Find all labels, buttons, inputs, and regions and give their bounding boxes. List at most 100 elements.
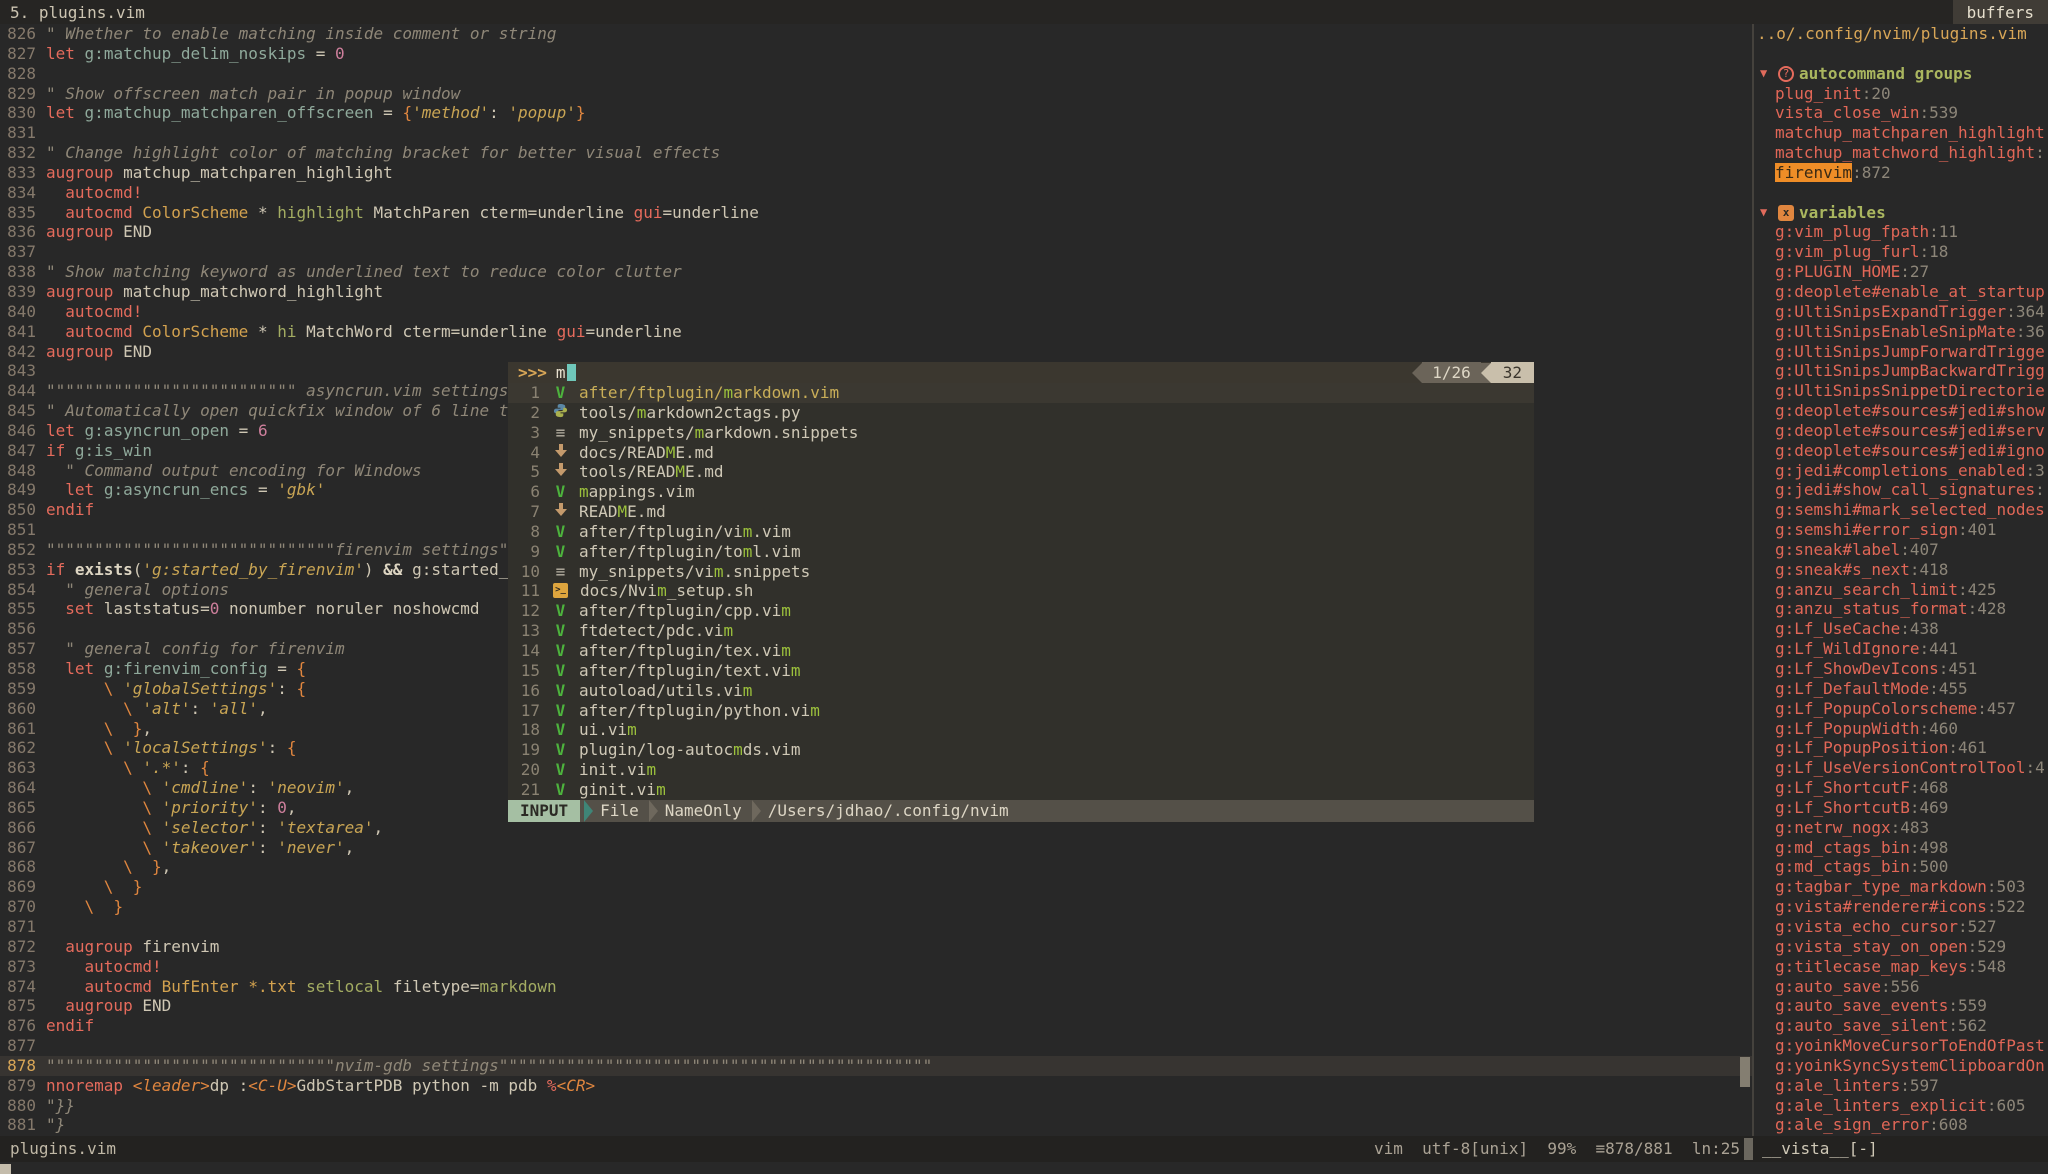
- file-result-row[interactable]: 20Vinit.vim: [508, 760, 1534, 780]
- sidebar-symbol-item[interactable]: g:jedi#completions_enabled:3: [1754, 461, 2048, 481]
- code-line[interactable]: 880"}}: [0, 1096, 1752, 1116]
- code-line[interactable]: 868 \ },: [0, 857, 1752, 877]
- file-result-row[interactable]: 19Vplugin/log-autocmds.vim: [508, 740, 1534, 760]
- sidebar-symbol-item[interactable]: g:vista_stay_on_open:529: [1754, 937, 2048, 957]
- sidebar-symbol-item[interactable]: g:UltiSnipsJumpForwardTrigge: [1754, 342, 2048, 362]
- sidebar-symbol-item[interactable]: g:semshi#error_sign:401: [1754, 520, 2048, 540]
- sidebar-section-header[interactable]: ▼?autocommand groups: [1754, 64, 2048, 84]
- sidebar-symbol-item[interactable]: g:deoplete#sources#jedi#serv: [1754, 421, 2048, 441]
- file-result-row[interactable]: 15Vafter/ftplugin/text.vim: [508, 661, 1534, 681]
- sidebar-symbol-item[interactable]: g:vista#renderer#icons:522: [1754, 897, 2048, 917]
- sidebar-symbol-item[interactable]: g:jedi#show_call_signatures:: [1754, 480, 2048, 500]
- file-result-row[interactable]: 13Vftdetect/pdc.vim: [508, 621, 1534, 641]
- file-result-row[interactable]: 4docs/README.md: [508, 443, 1534, 463]
- code-line[interactable]: 839augroup matchup_matchword_highlight: [0, 282, 1752, 302]
- code-line[interactable]: 827let g:matchup_delim_noskips = 0: [0, 44, 1752, 64]
- sidebar-symbol-item[interactable]: firenvim:872: [1754, 163, 2048, 183]
- sidebar-symbol-item[interactable]: g:Lf_UseCache:438: [1754, 619, 2048, 639]
- file-result-row[interactable]: 18Vui.vim: [508, 720, 1534, 740]
- sidebar-symbol-item[interactable]: g:deoplete#sources#jedi#igno: [1754, 441, 2048, 461]
- command-line[interactable]: [0, 1162, 2048, 1174]
- sidebar-symbol-item[interactable]: g:UltiSnipsExpandTrigger:364: [1754, 302, 2048, 322]
- code-line[interactable]: 837: [0, 242, 1752, 262]
- sidebar-symbol-item[interactable]: g:UltiSnipsJumpBackwardTrigg: [1754, 361, 2048, 381]
- sidebar-symbol-item[interactable]: matchup_matchparen_highlight: [1754, 123, 2048, 143]
- file-result-row[interactable]: 2tools/markdown2ctags.py: [508, 403, 1534, 423]
- code-line[interactable]: 874 autocmd BufEnter *.txt setlocal file…: [0, 977, 1752, 997]
- code-line[interactable]: 867 \ 'takeover': 'never',: [0, 838, 1752, 858]
- buffer-tab[interactable]: 5. plugins.vim: [0, 3, 145, 22]
- code-line[interactable]: 873 autocmd!: [0, 957, 1752, 977]
- sidebar-symbol-item[interactable]: g:auto_save_events:559: [1754, 996, 2048, 1016]
- sidebar-symbol-item[interactable]: g:vim_plug_fpath:11: [1754, 222, 2048, 242]
- sidebar-section-header[interactable]: ▼xvariables: [1754, 203, 2048, 223]
- sidebar-symbol-item[interactable]: g:auto_save_silent:562: [1754, 1016, 2048, 1036]
- sidebar-symbol-item[interactable]: g:titlecase_map_keys:548: [1754, 957, 2048, 977]
- code-line[interactable]: 871: [0, 917, 1752, 937]
- sidebar-symbol-item[interactable]: g:deoplete#sources#jedi#show: [1754, 401, 2048, 421]
- sidebar-symbol-item[interactable]: matchup_matchword_highlight:: [1754, 143, 2048, 163]
- code-line[interactable]: 872 augroup firenvim: [0, 937, 1752, 957]
- sidebar-symbol-item[interactable]: g:netrw_nogx:483: [1754, 818, 2048, 838]
- sidebar-symbol-item[interactable]: g:Lf_ShowDevIcons:451: [1754, 659, 2048, 679]
- sidebar-symbol-item[interactable]: g:yoinkSyncSystemClipboardOn: [1754, 1056, 2048, 1076]
- sidebar-symbol-item[interactable]: g:ale_linters_explicit:605: [1754, 1096, 2048, 1116]
- code-line[interactable]: 834 autocmd!: [0, 183, 1752, 203]
- sidebar-symbol-item[interactable]: vista_close_win:539: [1754, 103, 2048, 123]
- code-line[interactable]: 877: [0, 1036, 1752, 1056]
- sidebar-symbol-item[interactable]: g:Lf_DefaultMode:455: [1754, 679, 2048, 699]
- sidebar-symbol-item[interactable]: g:tagbar_type_markdown:503: [1754, 877, 2048, 897]
- file-result-row[interactable]: 6Vmappings.vim: [508, 482, 1534, 502]
- collapse-arrow-icon[interactable]: ▼: [1760, 203, 1778, 223]
- file-result-row[interactable]: 17Vafter/ftplugin/python.vim: [508, 701, 1534, 721]
- sidebar-symbol-item[interactable]: g:UltiSnipsSnippetDirectorie: [1754, 381, 2048, 401]
- code-line[interactable]: 838" Show matching keyword as underlined…: [0, 262, 1752, 282]
- file-result-row[interactable]: 14Vafter/ftplugin/tex.vim: [508, 641, 1534, 661]
- code-line[interactable]: 836augroup END: [0, 222, 1752, 242]
- code-line[interactable]: 876endif: [0, 1016, 1752, 1036]
- sidebar-symbol-item[interactable]: g:Lf_PopupWidth:460: [1754, 719, 2048, 739]
- sidebar-symbol-item[interactable]: g:deoplete#enable_at_startup: [1754, 282, 2048, 302]
- file-result-row[interactable]: 8Vafter/ftplugin/vim.vim: [508, 522, 1534, 542]
- code-line[interactable]: 881"}: [0, 1115, 1752, 1135]
- code-line[interactable]: 869 \ }: [0, 877, 1752, 897]
- sidebar-symbol-item[interactable]: g:Lf_UseVersionControlTool:4: [1754, 758, 2048, 778]
- code-line[interactable]: 875 augroup END: [0, 996, 1752, 1016]
- sidebar-symbol-item[interactable]: g:Lf_ShortcutB:469: [1754, 798, 2048, 818]
- sidebar-symbol-item[interactable]: g:sneak#label:407: [1754, 540, 2048, 560]
- file-result-row[interactable]: 3≡my_snippets/markdown.snippets: [508, 423, 1534, 443]
- sidebar-symbol-item[interactable]: g:auto_save:556: [1754, 977, 2048, 997]
- collapse-arrow-icon[interactable]: ▼: [1760, 64, 1778, 84]
- code-line[interactable]: 829" Show offscreen match pair in popup …: [0, 84, 1752, 104]
- sidebar-symbol-item[interactable]: g:ale_linters:597: [1754, 1076, 2048, 1096]
- sidebar-symbol-item[interactable]: g:vim_plug_furl:18: [1754, 242, 2048, 262]
- code-line[interactable]: 832" Change highlight color of matching …: [0, 143, 1752, 163]
- code-line[interactable]: 835 autocmd ColorScheme * highlight Matc…: [0, 203, 1752, 223]
- sidebar-symbol-item[interactable]: g:Lf_PopupPosition:461: [1754, 738, 2048, 758]
- sidebar-symbol-item[interactable]: g:anzu_status_format:428: [1754, 599, 2048, 619]
- code-line[interactable]: 878""""""""""""""""""""""""""""""nvim-gd…: [0, 1056, 1752, 1076]
- sidebar-symbol-item[interactable]: g:ale_sign_error:608: [1754, 1115, 2048, 1135]
- code-line[interactable]: 831: [0, 123, 1752, 143]
- code-line[interactable]: 826" Whether to enable matching inside c…: [0, 24, 1752, 44]
- sidebar-symbol-item[interactable]: g:Lf_WildIgnore:441: [1754, 639, 2048, 659]
- sidebar-symbol-item[interactable]: g:md_ctags_bin:500: [1754, 857, 2048, 877]
- file-result-row[interactable]: 5tools/README.md: [508, 462, 1534, 482]
- fuzzy-search-input[interactable]: >>> m 1/26 32: [508, 362, 1534, 383]
- buffers-panel-tab[interactable]: buffers: [1953, 0, 2048, 24]
- code-line[interactable]: 840 autocmd!: [0, 302, 1752, 322]
- sidebar-symbol-item[interactable]: g:yoinkMoveCursorToEndOfPast: [1754, 1036, 2048, 1056]
- file-result-row[interactable]: 11>_docs/Nvim_setup.sh: [508, 581, 1534, 601]
- code-line[interactable]: 828: [0, 64, 1752, 84]
- sidebar-symbol-item[interactable]: g:anzu_search_limit:425: [1754, 580, 2048, 600]
- file-result-row[interactable]: 9Vafter/ftplugin/toml.vim: [508, 542, 1534, 562]
- sidebar-symbol-item[interactable]: g:Lf_ShortcutF:468: [1754, 778, 2048, 798]
- code-line[interactable]: 830let g:matchup_matchparen_offscreen = …: [0, 103, 1752, 123]
- file-result-row[interactable]: 21Vginit.vim: [508, 780, 1534, 800]
- sidebar-symbol-item[interactable]: g:PLUGIN_HOME:27: [1754, 262, 2048, 282]
- sidebar-symbol-item[interactable]: g:UltiSnipsEnableSnipMate:36: [1754, 322, 2048, 342]
- file-result-row[interactable]: 7README.md: [508, 502, 1534, 522]
- code-line[interactable]: 841 autocmd ColorScheme * hi MatchWord c…: [0, 322, 1752, 342]
- code-line[interactable]: 879nnoremap <leader>dp :<C-U>GdbStartPDB…: [0, 1076, 1752, 1096]
- sidebar-symbol-item[interactable]: g:vista_echo_cursor:527: [1754, 917, 2048, 937]
